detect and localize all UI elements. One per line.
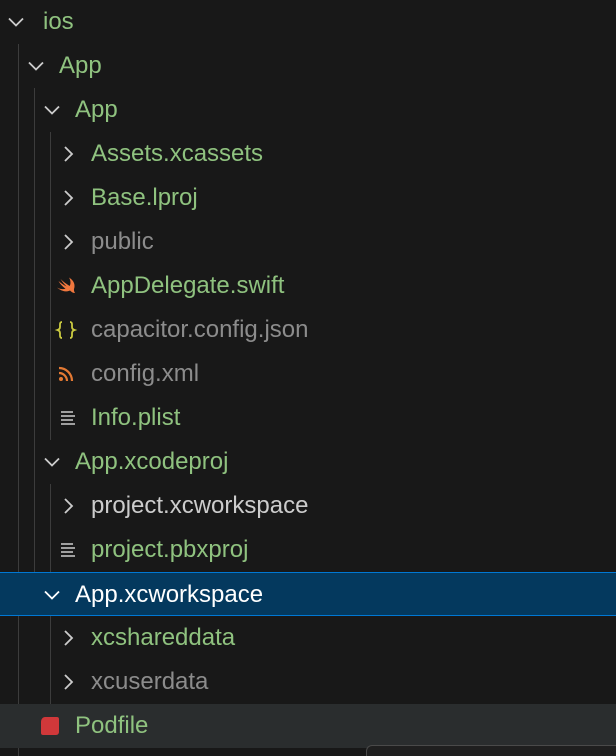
tree-item-public[interactable]: public bbox=[0, 220, 616, 264]
xml-rss-file-icon bbox=[54, 362, 78, 386]
panel-edge bbox=[366, 745, 616, 756]
tree-item-label: Base.lproj bbox=[91, 184, 198, 211]
chevron-right-icon[interactable] bbox=[56, 142, 80, 166]
tree-item-podfile[interactable]: Podfile bbox=[0, 704, 616, 748]
chevron-right-icon[interactable] bbox=[56, 670, 80, 694]
tree-item-label: Podfile bbox=[75, 712, 149, 739]
tree-item-app-xcworkspace[interactable]: App.xcworkspace bbox=[0, 572, 616, 616]
tree-item-label: App.xcodeproj bbox=[75, 448, 229, 475]
tree-item-label: project.pbxproj bbox=[91, 536, 249, 563]
tree-item-project-pbxproj[interactable]: project.pbxproj bbox=[0, 528, 616, 572]
tree-item-label: config.xml bbox=[91, 360, 200, 387]
tree-item-label: App.xcworkspace bbox=[75, 581, 264, 608]
tree-item-base-lproj[interactable]: Base.lproj bbox=[0, 176, 616, 220]
plist-lines-icon bbox=[56, 538, 80, 562]
ruby-file-icon bbox=[38, 714, 62, 738]
plist-lines-icon bbox=[56, 406, 80, 430]
tree-item-label: Assets.xcassets bbox=[91, 140, 264, 167]
swift-file-icon bbox=[54, 274, 78, 298]
tree-item-label: App bbox=[59, 52, 102, 79]
tree-item-label: ios bbox=[43, 8, 74, 35]
file-explorer-tree: ios App App Assets.xcassets Base.lproj p… bbox=[0, 0, 616, 756]
tree-item-label: AppDelegate.swift bbox=[91, 272, 285, 299]
tree-item-label: xcshareddata bbox=[91, 624, 236, 651]
tree-item-app-inner[interactable]: App bbox=[0, 88, 616, 132]
chevron-down-icon[interactable] bbox=[4, 10, 28, 34]
tree-item-xcshareddata[interactable]: xcshareddata bbox=[0, 616, 616, 660]
tree-item-appdelegate-swift[interactable]: AppDelegate.swift bbox=[0, 264, 616, 308]
tree-item-assets-xcassets[interactable]: Assets.xcassets bbox=[0, 132, 616, 176]
tree-item-project-xcworkspace[interactable]: project.xcworkspace bbox=[0, 484, 616, 528]
tree-item-xcuserdata[interactable]: xcuserdata bbox=[0, 660, 616, 704]
tree-item-app[interactable]: App bbox=[0, 44, 616, 88]
chevron-down-icon[interactable] bbox=[40, 583, 64, 607]
chevron-right-icon[interactable] bbox=[56, 494, 80, 518]
chevron-right-icon[interactable] bbox=[56, 230, 80, 254]
chevron-down-icon[interactable] bbox=[40, 450, 64, 474]
tree-item-label: public bbox=[91, 228, 154, 255]
chevron-right-icon[interactable] bbox=[56, 626, 80, 650]
tree-item-capacitor-config-json[interactable]: capacitor.config.json bbox=[0, 308, 616, 352]
tree-item-info-plist[interactable]: Info.plist bbox=[0, 396, 616, 440]
tree-item-app-xcodeproj[interactable]: App.xcodeproj bbox=[0, 440, 616, 484]
tree-item-label: App bbox=[75, 96, 118, 123]
tree-item-label: capacitor.config.json bbox=[91, 316, 309, 343]
json-file-icon bbox=[54, 318, 78, 342]
tree-item-label: project.xcworkspace bbox=[91, 492, 309, 519]
chevron-down-icon[interactable] bbox=[40, 98, 64, 122]
tree-item-config-xml[interactable]: config.xml bbox=[0, 352, 616, 396]
tree-item-label: Info.plist bbox=[91, 404, 181, 431]
chevron-right-icon[interactable] bbox=[56, 186, 80, 210]
chevron-down-icon[interactable] bbox=[24, 54, 48, 78]
tree-item-ios[interactable]: ios bbox=[0, 0, 616, 44]
tree-item-label: xcuserdata bbox=[91, 668, 209, 695]
